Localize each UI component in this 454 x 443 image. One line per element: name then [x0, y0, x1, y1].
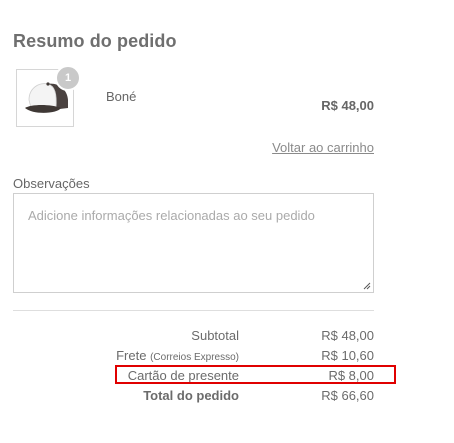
subtotal-value: R$ 48,00: [321, 328, 374, 343]
gift-card-highlight: [115, 365, 396, 384]
total-label: Total do pedido: [143, 388, 239, 403]
subtotal-label: Subtotal: [191, 328, 239, 343]
resize-handle-icon[interactable]: [363, 282, 371, 290]
shipping-method: (Correios Expresso): [150, 352, 239, 363]
page-title: Resumo do pedido: [13, 31, 177, 51]
item-name: Boné: [106, 89, 137, 104]
back-to-cart-link[interactable]: Voltar ao carrinho: [272, 140, 374, 155]
total-value: R$ 66,60: [321, 388, 374, 403]
observations-label: Observações: [13, 176, 90, 191]
shipping-label: Frete (Correios Expresso): [116, 348, 239, 363]
shipping-label-text: Frete: [116, 348, 147, 363]
observations-placeholder: Adicione informações relacionadas ao seu…: [28, 208, 315, 223]
shipping-value: R$ 10,60: [321, 348, 374, 363]
observations-textarea[interactable]: Adicione informações relacionadas ao seu…: [13, 193, 374, 293]
quantity-badge: 1: [55, 65, 81, 91]
item-price: R$ 48,00: [321, 98, 374, 113]
divider: [13, 310, 374, 311]
